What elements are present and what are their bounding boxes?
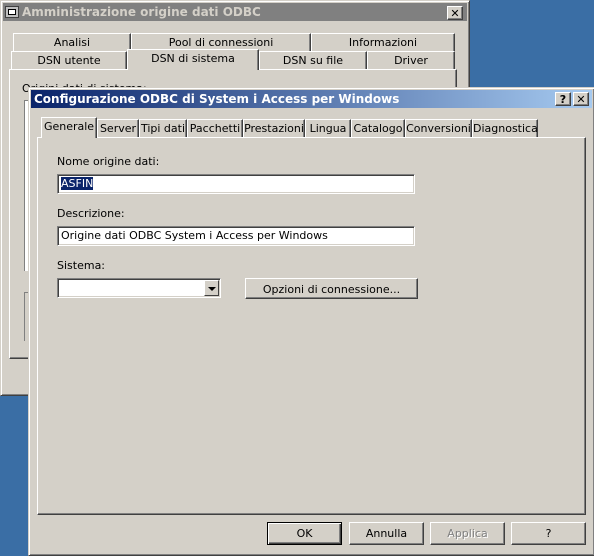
system-label: Sistema: [57,259,106,272]
odbc-app-icon [5,6,19,18]
apply-button[interactable]: Applica [430,522,505,545]
tab-generale[interactable]: Generale [41,117,97,138]
tab-dsn-sistema[interactable]: DSN di sistema [127,49,259,70]
tab-lingua[interactable]: Lingua [305,119,351,137]
general-tab-panel: Nome origine dati: ASFIN Descrizione: Or… [37,137,586,515]
help-button[interactable]: ? [511,522,586,545]
odbc-admin-titlebar[interactable]: Amministrazione origine dati ODBC [3,3,467,21]
dialog-title: Configurazione ODBC di System i Access p… [34,92,400,106]
tab-pacchetti[interactable]: Pacchetti [187,119,243,137]
description-value: Origine dati ODBC System i Access per Wi… [61,229,328,242]
description-field[interactable]: Origine dati ODBC System i Access per Wi… [57,226,415,246]
tab-catalogo[interactable]: Catalogo [351,119,405,137]
odbc-config-dialog: Configurazione ODBC di System i Access p… [28,87,594,556]
tab-tipi-dati[interactable]: Tipi dati [139,119,187,137]
connection-options-button[interactable]: Opzioni di connessione... [245,278,418,299]
tab-dsn-file[interactable]: DSN su file [259,51,367,69]
odbc-admin-title: Amministrazione origine dati ODBC [22,5,261,19]
tab-analisi[interactable]: Analisi [13,33,131,51]
help-icon[interactable]: ? [555,92,571,106]
data-source-name-label: Nome origine dati: [57,155,160,168]
cancel-button[interactable]: Annulla [349,522,424,545]
description-label: Descrizione: [57,207,125,220]
tab-diagnostica[interactable]: Diagnostica [472,119,538,137]
close-icon[interactable]: ✕ [573,92,589,106]
tab-informazioni[interactable]: Informazioni [311,33,455,51]
ok-button[interactable]: OK [267,522,342,545]
tab-server[interactable]: Server [97,119,139,137]
data-source-name-value: ASFIN [61,177,94,190]
tab-prestazioni[interactable]: Prestazioni [243,119,305,137]
tab-dsn-utente[interactable]: DSN utente [11,51,127,69]
tab-driver[interactable]: Driver [367,51,455,69]
close-icon[interactable]: ✕ [447,6,463,20]
data-source-name-field[interactable]: ASFIN [57,174,415,194]
system-combobox[interactable] [57,278,221,298]
tab-conversioni[interactable]: Conversioni [405,119,472,137]
chevron-down-icon[interactable] [204,280,219,296]
dialog-titlebar[interactable]: Configurazione ODBC di System i Access p… [31,90,592,108]
